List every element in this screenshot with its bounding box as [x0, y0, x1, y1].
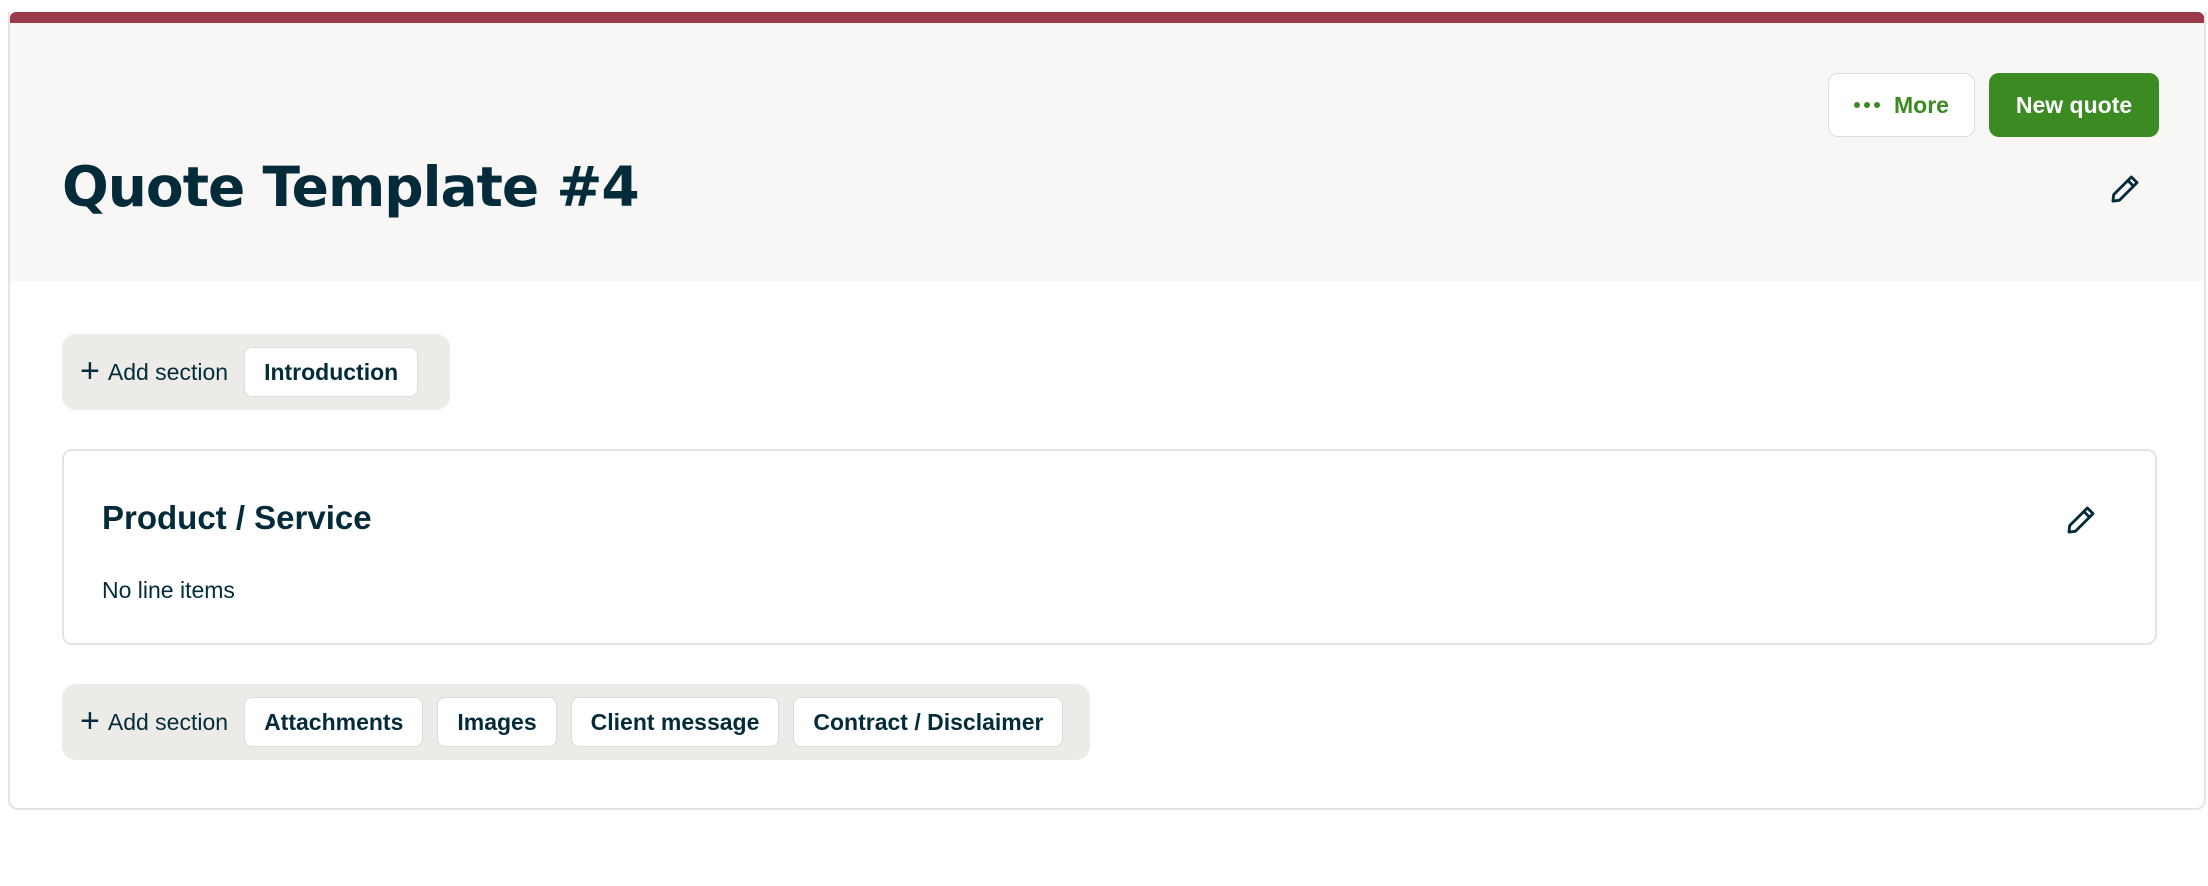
add-section-label: Add section: [107, 708, 229, 735]
pencil-icon[interactable]: [2064, 503, 2098, 537]
add-section-label: Add section: [107, 358, 229, 385]
add-section-button-bottom[interactable]: + Add section: [80, 701, 229, 740]
plus-icon: +: [80, 701, 100, 740]
product-service-section: Product / Service No line items: [62, 449, 2157, 645]
add-section-button-top[interactable]: + Add section: [80, 351, 229, 390]
more-button-label: More: [1894, 91, 1949, 118]
section-title: Product / Service: [102, 499, 372, 536]
add-section-bar-bottom: + Add section Attachments Images Client …: [62, 684, 1090, 760]
chip-images[interactable]: Images: [437, 697, 557, 747]
chip-attachments[interactable]: Attachments: [244, 697, 424, 747]
plus-icon: +: [80, 351, 100, 390]
page-header: More New quote: [10, 23, 2204, 281]
chip-client-message[interactable]: Client message: [570, 697, 780, 747]
quote-template-card: More New quote Quote Template #4 + Add s…: [8, 12, 2206, 810]
add-section-bar-top: + Add section Introduction: [62, 334, 450, 410]
accent-top-bar: [10, 12, 2204, 23]
chip-contract-disclaimer[interactable]: Contract / Disclaimer: [793, 697, 1064, 747]
empty-state-text: No line items: [102, 577, 235, 603]
pencil-icon[interactable]: [2108, 172, 2142, 206]
ellipsis-icon: [1854, 102, 1881, 108]
chip-introduction[interactable]: Introduction: [244, 347, 419, 397]
page-title: Quote Template #4: [62, 155, 640, 219]
more-button[interactable]: More: [1828, 73, 1975, 137]
new-quote-button[interactable]: New quote: [1989, 73, 2159, 137]
